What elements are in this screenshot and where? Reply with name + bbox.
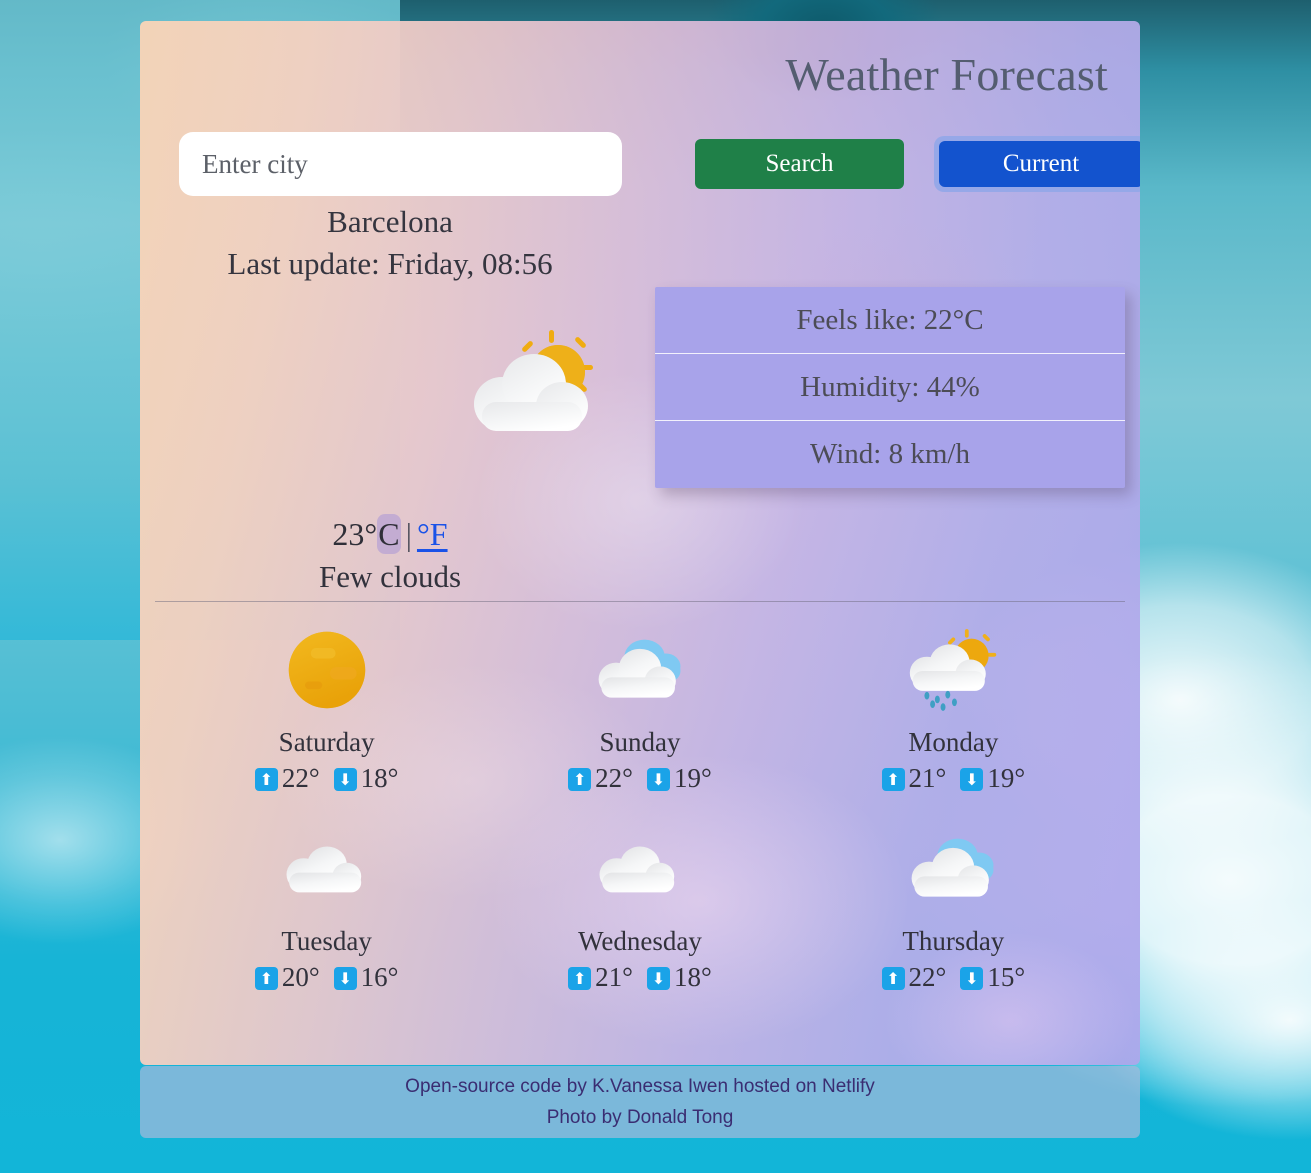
forecast-day-saturday[interactable]: Saturday ⬆ 22° ⬇ 18°: [170, 621, 483, 794]
forecast-day-temps: ⬆ 21° ⬇ 19°: [881, 763, 1026, 794]
forecast-day-name: Saturday: [278, 727, 375, 757]
forecast-day-temps: ⬆ 22° ⬇ 15°: [881, 962, 1026, 993]
arrow-down-icon: ⬇: [646, 768, 670, 791]
forecast-day-name: Sunday: [599, 727, 681, 757]
forecast-day-name: Tuesday: [281, 926, 372, 956]
forecast-day-wednesday[interactable]: Wednesday ⬆ 21° ⬇ 18°: [483, 820, 796, 993]
city-block: Barcelona Last update: Friday, 08:56: [140, 201, 640, 285]
search-button[interactable]: Search: [695, 139, 904, 189]
cloud-icon: [272, 820, 382, 918]
search-row: Search Current: [179, 111, 1140, 196]
temperature-value: 23°: [332, 516, 378, 552]
forecast-day-name: Thursday: [902, 926, 1005, 956]
forecast-day-temps: ⬆ 22° ⬇ 19°: [568, 763, 712, 794]
current-button-focus-ring: Current: [934, 136, 1140, 192]
weather-card: Weather Forecast Search Current Barcelon…: [140, 21, 1140, 1065]
forecast-low: 15°: [987, 962, 1026, 992]
broken-clouds-icon: [898, 820, 1008, 918]
arrow-up-icon: ⬆: [254, 768, 278, 791]
forecast-high: 21°: [908, 763, 947, 793]
arrow-up-icon: ⬆: [881, 768, 905, 791]
forecast-day-tuesday[interactable]: Tuesday ⬆ 20° ⬇ 16°: [170, 820, 483, 993]
weather-details-panel: Feels like: 22°C Humidity: 44% Wind: 8 k…: [655, 287, 1125, 488]
detail-humidity: Humidity: 44%: [655, 354, 1125, 421]
arrow-down-icon: ⬇: [960, 967, 984, 990]
detail-feels-like: Feels like: 22°C: [655, 287, 1125, 354]
unit-separator: |: [405, 516, 412, 552]
section-divider: [155, 601, 1125, 602]
forecast-day-sunday[interactable]: Sunday ⬆ 22° ⬇ 19°: [483, 621, 796, 794]
sun-icon: [272, 621, 382, 719]
current-location-button[interactable]: Current: [939, 141, 1140, 187]
arrow-down-icon: ⬇: [333, 967, 357, 990]
forecast-day-temps: ⬆ 22° ⬇ 18°: [254, 763, 399, 794]
forecast-low: 18°: [673, 962, 712, 992]
footer-credit-photo: Photo by Donald Tong: [546, 1107, 734, 1128]
sun-behind-rain-cloud-icon: [898, 621, 1008, 719]
arrow-up-icon: ⬆: [254, 967, 278, 990]
forecast-day-name: Monday: [908, 727, 999, 757]
forecast-day-temps: ⬆ 20° ⬇ 16°: [254, 962, 399, 993]
arrow-up-icon: ⬆: [568, 967, 592, 990]
forecast-high: 22°: [908, 962, 947, 992]
arrow-up-icon: ⬆: [881, 967, 905, 990]
arrow-down-icon: ⬇: [333, 768, 357, 791]
page-footer: Open-source code by K.Vanessa Iwen hoste…: [140, 1066, 1140, 1138]
footer-credit-code: Open-source code by K.Vanessa Iwen hoste…: [405, 1075, 875, 1097]
arrow-down-icon: ⬇: [960, 768, 984, 791]
search-input[interactable]: [179, 132, 622, 196]
arrow-down-icon: ⬇: [646, 967, 670, 990]
cloud-icon: [585, 820, 695, 918]
detail-wind: Wind: 8 km/h: [810, 438, 970, 470]
page-title: Weather Forecast: [785, 49, 1108, 100]
unit-fahrenheit-link[interactable]: °F: [417, 516, 448, 552]
sun-behind-cloud-icon: [462, 324, 598, 440]
forecast-grid: Saturday ⬆ 22° ⬇ 18° Sunday ⬆ 22° ⬇ 19° …: [170, 621, 1110, 993]
arrow-up-icon: ⬆: [568, 768, 592, 791]
forecast-low: 19°: [987, 763, 1026, 793]
forecast-high: 22°: [281, 763, 320, 793]
forecast-day-name: Wednesday: [578, 926, 702, 956]
forecast-day-temps: ⬆ 21° ⬇ 18°: [568, 962, 712, 993]
current-temperature: 23°C | °F: [140, 514, 640, 554]
forecast-high: 22°: [595, 763, 633, 793]
forecast-high: 21°: [595, 962, 633, 992]
weather-description: Few clouds: [318, 559, 462, 594]
forecast-high: 20°: [281, 962, 320, 992]
forecast-day-thursday[interactable]: Thursday ⬆ 22° ⬇ 15°: [797, 820, 1110, 993]
forecast-low: 19°: [673, 763, 712, 793]
forecast-low: 18°: [360, 763, 399, 793]
forecast-day-monday[interactable]: Monday ⬆ 21° ⬇ 19°: [797, 621, 1110, 794]
city-name: Barcelona: [327, 204, 453, 239]
unit-celsius-active: C: [377, 514, 401, 554]
broken-clouds-icon: [585, 621, 695, 719]
forecast-low: 16°: [360, 962, 399, 992]
last-update: Last update: Friday, 08:56: [227, 245, 553, 281]
